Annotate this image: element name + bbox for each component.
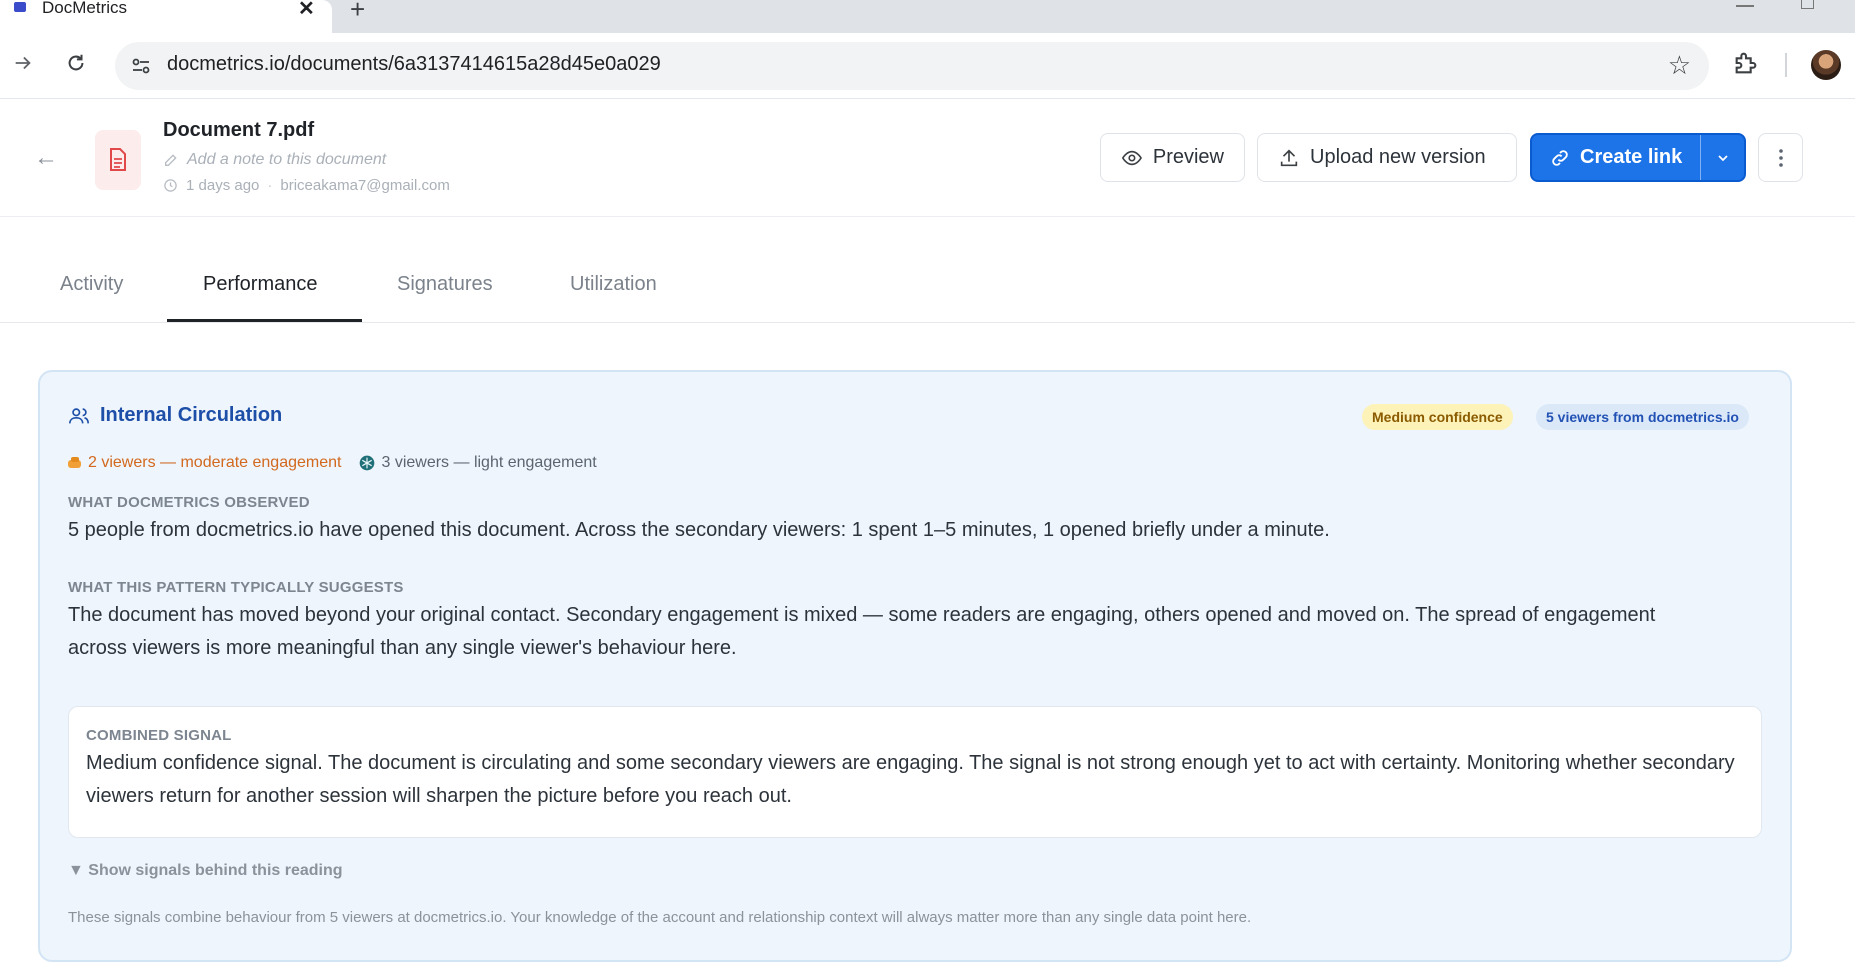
- add-note-field[interactable]: Add a note to this document: [163, 151, 386, 169]
- note-placeholder: Add a note to this document: [187, 151, 387, 168]
- toolbar-divider: [1785, 53, 1787, 77]
- document-header: ← Document 7.pdf Add a note to this docu…: [0, 100, 1855, 217]
- moderate-engagement-text: 2 viewers — moderate engagement: [88, 454, 342, 471]
- kebab-menu-icon: [1778, 148, 1783, 167]
- new-tab-button[interactable]: +: [350, 0, 365, 25]
- preview-button[interactable]: Preview: [1100, 133, 1245, 182]
- edit-pencil-icon: [165, 154, 177, 166]
- chevron-down-icon: [1718, 154, 1728, 161]
- minimize-window-icon[interactable]: [1736, 5, 1754, 7]
- upload-new-version-button[interactable]: Upload new version: [1257, 133, 1517, 182]
- create-link-main[interactable]: Create link: [1532, 135, 1700, 180]
- browser-tab[interactable]: DocMetrics ✕: [0, 0, 332, 33]
- hand-icon: [68, 457, 81, 468]
- pdf-file-icon: [95, 130, 141, 190]
- tab-activity[interactable]: Activity: [60, 273, 123, 296]
- clock-icon: [164, 179, 177, 192]
- snowflake-icon: [360, 455, 375, 471]
- card-title-text: Internal Circulation: [100, 404, 283, 426]
- address-bar[interactable]: docmetrics.io/documents/6a3137414615a28d…: [115, 42, 1709, 90]
- users-icon: [69, 407, 89, 423]
- card-title: Internal Circulation: [68, 404, 282, 427]
- profile-avatar[interactable]: [1811, 50, 1841, 80]
- document-title: Document 7.pdf: [163, 119, 315, 141]
- extensions-puzzle-icon[interactable]: [1732, 49, 1760, 77]
- combined-text: Medium confidence signal. The document i…: [86, 752, 1735, 807]
- restore-window-icon[interactable]: [1801, 0, 1814, 9]
- link-icon: [1552, 149, 1568, 166]
- tab-performance[interactable]: Performance: [203, 273, 318, 296]
- card-footnote: These signals combine behaviour from 5 v…: [68, 909, 1252, 926]
- light-engagement-text: 3 viewers — light engagement: [381, 454, 597, 471]
- upload-label: Upload new version: [1310, 146, 1486, 168]
- create-link-label: Create link: [1580, 146, 1683, 168]
- back-arrow-icon[interactable]: ←: [34, 144, 58, 172]
- pattern-text: The document has moved beyond your origi…: [68, 604, 1656, 659]
- engagement-summary: 2 viewers — moderate engagement 3 viewer…: [68, 454, 597, 472]
- pattern-label: WHAT THIS PATTERN TYPICALLY SUGGESTS: [68, 579, 404, 596]
- create-link-dropdown[interactable]: [1700, 135, 1744, 180]
- create-link-button[interactable]: Create link: [1530, 133, 1746, 182]
- internal-circulation-card: Internal Circulation Medium confidence 5…: [38, 370, 1792, 962]
- close-tab-icon[interactable]: ✕: [298, 0, 315, 21]
- browser-tab-title: DocMetrics: [42, 0, 128, 17]
- browser-tab-bar: DocMetrics ✕ +: [0, 0, 1855, 33]
- page-tabs: Activity Performance Signatures Utilizat…: [0, 217, 1855, 323]
- tab-utilization[interactable]: Utilization: [570, 273, 657, 296]
- owner-email: briceakama7@gmail.com: [280, 177, 450, 194]
- forward-icon[interactable]: [6, 46, 40, 80]
- light-engagement: 3 viewers — light engagement: [359, 454, 597, 472]
- url-text[interactable]: docmetrics.io/documents/6a3137414615a28d…: [167, 53, 661, 76]
- docmetrics-favicon-icon: [14, 2, 26, 12]
- upload-icon: [1280, 148, 1298, 166]
- moderate-engagement: 2 viewers — moderate engagement: [68, 454, 341, 472]
- reload-icon[interactable]: [59, 46, 93, 80]
- site-info-icon[interactable]: [129, 54, 153, 78]
- combined-signal-box: COMBINED SIGNAL Medium confidence signal…: [68, 706, 1762, 838]
- eye-icon: [1121, 150, 1142, 165]
- observed-text: 5 people from docmetrics.io have opened …: [68, 519, 1330, 541]
- tab-signatures[interactable]: Signatures: [397, 273, 493, 296]
- confidence-badge: Medium confidence: [1362, 404, 1513, 430]
- meta-separator: ·: [267, 177, 273, 194]
- preview-label: Preview: [1152, 146, 1224, 168]
- document-meta: 1 days ago · briceakama7@gmail.com: [163, 177, 450, 194]
- viewers-badge: 5 viewers from docmetrics.io: [1536, 404, 1749, 430]
- active-tab-indicator: [167, 319, 362, 322]
- combined-label: COMBINED SIGNAL: [86, 727, 232, 744]
- show-signals-toggle[interactable]: ▼ Show signals behind this reading: [68, 862, 343, 880]
- observed-label: WHAT DOCMETRICS OBSERVED: [68, 494, 310, 511]
- bookmark-star-icon[interactable]: ☆: [1668, 50, 1691, 81]
- browser-toolbar: docmetrics.io/documents/6a3137414615a28d…: [0, 33, 1855, 99]
- time-ago: 1 days ago: [186, 177, 260, 194]
- more-options-button[interactable]: [1758, 133, 1803, 182]
